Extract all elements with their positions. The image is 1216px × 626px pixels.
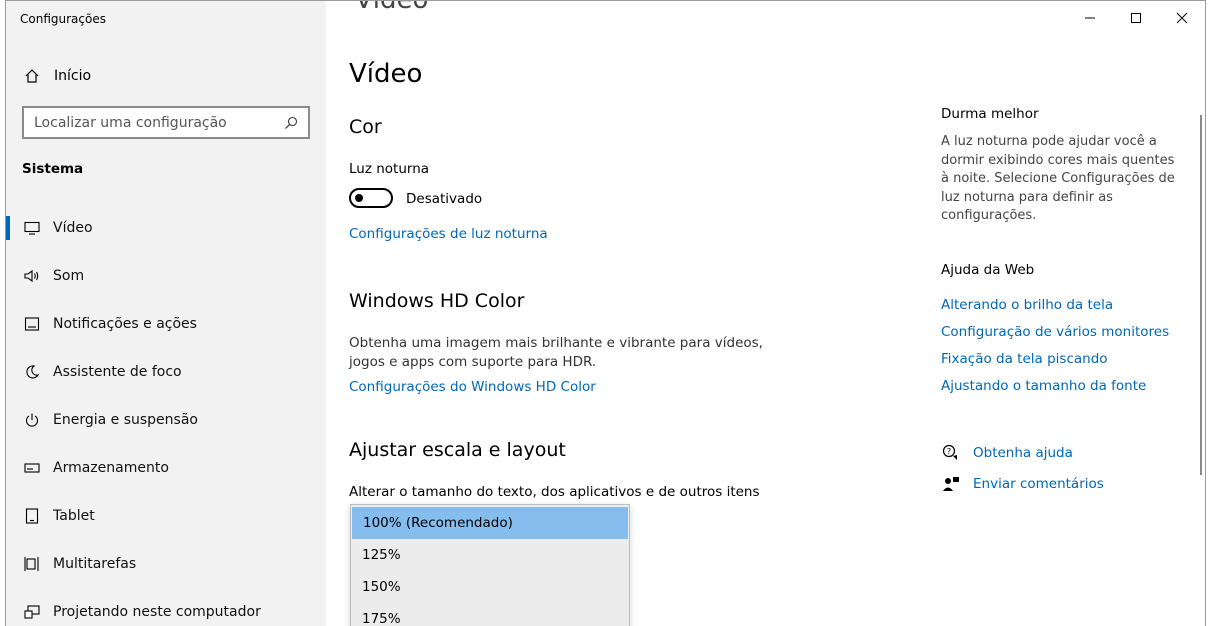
- maximize-button[interactable]: [1113, 1, 1159, 35]
- power-icon: [22, 410, 42, 430]
- get-help-link[interactable]: ? Obtenha ajuda: [941, 444, 1073, 462]
- home-label: Início: [54, 68, 92, 84]
- sidebar-item-projecting[interactable]: Projetando neste computador: [6, 588, 326, 626]
- web-link-font-size[interactable]: Ajustando o tamanho da fonte: [941, 378, 1146, 394]
- hdr-settings-link[interactable]: Configurações do Windows HD Color: [349, 379, 596, 395]
- scale-heading: Ajustar escala e layout: [349, 439, 566, 461]
- maximize-icon: [1131, 13, 1141, 23]
- search-box[interactable]: [22, 106, 310, 139]
- dropdown-option-100[interactable]: 100% (Recomendado): [352, 507, 628, 539]
- get-help-label: Obtenha ajuda: [973, 445, 1073, 461]
- scale-label: Alterar o tamanho do texto, dos aplicati…: [349, 484, 760, 500]
- sidebar-item-video[interactable]: Vídeo: [6, 204, 326, 252]
- sidebar-item-label: Som: [53, 268, 85, 284]
- settings-window: Vídeo Configurações Início Sistema Vídeo: [5, 0, 1206, 626]
- section-label: Sistema: [22, 161, 84, 177]
- scale-dropdown-list[interactable]: 100% (Recomendado) 125% 150% 175%: [350, 504, 630, 626]
- close-icon: [1176, 12, 1188, 24]
- night-light-label: Luz noturna: [349, 161, 430, 177]
- monitor-icon: [22, 218, 42, 238]
- moon-icon: [22, 362, 42, 382]
- minimize-button[interactable]: [1067, 1, 1113, 35]
- sidebar-item-label: Vídeo: [53, 220, 93, 236]
- web-link-flickering-screen[interactable]: Fixação da tela piscando: [941, 351, 1108, 367]
- sidebar-item-label: Tablet: [53, 508, 95, 524]
- speaker-icon: [22, 266, 42, 286]
- sleep-better-text: A luz noturna pode ajudar você a dormir …: [941, 134, 1175, 223]
- sidebar-item-label: Armazenamento: [53, 460, 169, 476]
- sidebar-nav: Vídeo Som Notificações e ações Assistent…: [6, 204, 326, 626]
- sidebar-item-label: Notificações e ações: [53, 316, 197, 332]
- send-feedback-label: Enviar comentários: [973, 476, 1104, 492]
- storage-icon: [22, 458, 42, 478]
- sidebar-item-power[interactable]: Energia e suspensão: [6, 396, 326, 444]
- search-icon[interactable]: [282, 116, 300, 130]
- caption-buttons: [1067, 1, 1205, 35]
- multitask-icon: [22, 554, 42, 574]
- sidebar-item-sound[interactable]: Som: [6, 252, 326, 300]
- window-title: Configurações: [20, 12, 106, 26]
- web-link-brightness[interactable]: Alterando o brilho da tela: [941, 297, 1113, 313]
- toggle-state-text: Desativado: [406, 191, 483, 207]
- hdr-description: Obtenha uma imagem mais brilhante e vibr…: [349, 335, 763, 370]
- web-link-multiple-monitors[interactable]: Configuração de vários monitores: [941, 324, 1169, 340]
- sidebar-item-label: Projetando neste computador: [53, 604, 261, 620]
- feedback-person-icon: [941, 475, 961, 493]
- sidebar-item-label: Energia e suspensão: [53, 412, 198, 428]
- hdr-heading: Windows HD Color: [349, 290, 525, 312]
- web-help-title: Ajuda da Web: [941, 262, 1035, 278]
- sleep-better-title: Durma melhor: [941, 106, 1039, 122]
- projector-icon: [22, 602, 42, 622]
- tablet-icon: [22, 506, 42, 526]
- sidebar-item-storage[interactable]: Armazenamento: [6, 444, 326, 492]
- night-light-settings-link[interactable]: Configurações de luz noturna: [349, 226, 548, 242]
- sidebar-item-focus-assist[interactable]: Assistente de foco: [6, 348, 326, 396]
- minimize-icon: [1085, 17, 1095, 19]
- sidebar-item-notifications[interactable]: Notificações e ações: [6, 300, 326, 348]
- scrollbar[interactable]: [1193, 35, 1205, 626]
- search-input[interactable]: [34, 114, 282, 131]
- page-title: Vídeo: [349, 59, 423, 89]
- sidebar-item-tablet[interactable]: Tablet: [6, 492, 326, 540]
- scroll-thumb[interactable]: [1200, 115, 1202, 475]
- dropdown-option-150[interactable]: 150%: [351, 571, 629, 603]
- sidebar-item-label: Assistente de foco: [53, 364, 182, 380]
- dropdown-option-175[interactable]: 175%: [351, 603, 629, 626]
- content-area: Vídeo Cor Luz noturna Desativado Configu…: [326, 1, 1205, 626]
- toggle-knob: [355, 194, 363, 202]
- svg-text:?: ?: [947, 447, 951, 456]
- sidebar: Configurações Início Sistema Vídeo: [6, 1, 326, 626]
- dropdown-option-125[interactable]: 125%: [351, 539, 629, 571]
- home-icon: [22, 68, 42, 84]
- send-feedback-link[interactable]: Enviar comentários: [941, 475, 1104, 493]
- notification-icon: [22, 314, 42, 334]
- close-button[interactable]: [1159, 1, 1205, 35]
- sidebar-item-multitasking[interactable]: Multitarefas: [6, 540, 326, 588]
- home-nav-item[interactable]: Início: [22, 63, 91, 89]
- help-chat-icon: ?: [941, 444, 961, 462]
- night-light-toggle[interactable]: [349, 188, 393, 208]
- color-heading: Cor: [349, 116, 382, 138]
- sidebar-item-label: Multitarefas: [53, 556, 137, 572]
